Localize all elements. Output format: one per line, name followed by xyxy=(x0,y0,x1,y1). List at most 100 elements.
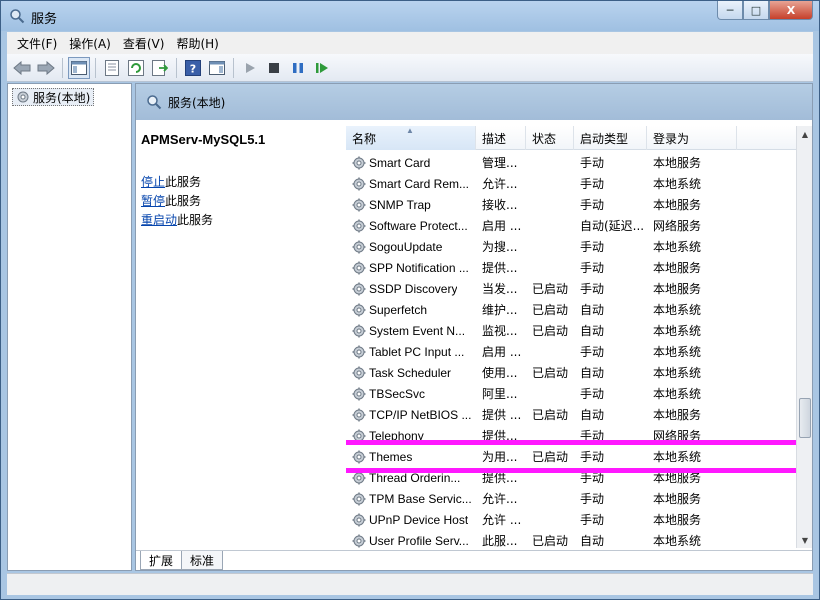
service-log-on-as: 本地系统 xyxy=(653,303,702,317)
service-gear-icon xyxy=(352,429,366,442)
refresh-icon[interactable] xyxy=(125,57,147,79)
service-startup-type: 自动 xyxy=(580,324,605,338)
table-row[interactable]: SPP Notification ... 提供... 手动 本地服务 xyxy=(346,257,796,278)
table-row[interactable]: SogouUpdate 为搜... 手动 本地系统 xyxy=(346,236,796,257)
scroll-up-arrow-icon[interactable]: ▲ xyxy=(797,126,813,142)
table-row[interactable]: Superfetch 维护... 已启动 自动 本地系统 xyxy=(346,299,796,320)
services-list: ▲ 名称 描述 状态 启动类型 登录为 Smart Card 管理... 手动 本地服… xyxy=(346,126,808,548)
column-header-log-on-as[interactable]: 登录为 xyxy=(647,126,737,150)
stop-service-link[interactable]: 停止 xyxy=(141,175,165,189)
tab-standard[interactable]: 标准 xyxy=(181,551,224,570)
status-bar xyxy=(7,573,813,595)
service-name-cell: Smart Card xyxy=(346,156,476,170)
service-log-on-as: 本地系统 xyxy=(653,240,702,254)
menu-file[interactable]: 文件(F) xyxy=(11,35,63,52)
table-row[interactable]: TCP/IP NetBIOS ... 提供 ... 已启动 自动 本地服务 xyxy=(346,404,796,425)
svg-text:?: ? xyxy=(190,62,196,75)
tab-extended[interactable]: 扩展 xyxy=(140,551,183,570)
service-description: 提供... xyxy=(482,471,518,485)
service-name: Superfetch xyxy=(369,302,428,317)
service-description: 允许 ... xyxy=(482,513,522,527)
table-row[interactable]: System Event N... 监视... 已启动 自动 本地系统 xyxy=(346,320,796,341)
show-hide-action-pane-icon[interactable] xyxy=(206,57,228,79)
service-startup-type: 自动 xyxy=(580,408,605,422)
title-bar[interactable]: 服务 ─ □ X xyxy=(1,1,819,31)
service-name-cell: SNMP Trap xyxy=(346,198,476,212)
table-row[interactable]: TPM Base Servic... 允许... 手动 本地服务 xyxy=(346,488,796,509)
service-startup-type: 手动 xyxy=(580,282,605,296)
service-name-cell: User Profile Serv... xyxy=(346,534,476,548)
column-header-status[interactable]: 状态 xyxy=(526,126,574,150)
service-description: 提供... xyxy=(482,429,518,443)
close-button[interactable]: X xyxy=(769,1,813,20)
export-list-icon[interactable] xyxy=(149,57,171,79)
service-gear-icon xyxy=(352,387,366,400)
menu-action[interactable]: 操作(A) xyxy=(63,35,117,52)
table-row[interactable]: TBSecSvc 阿里... 手动 本地系统 xyxy=(346,383,796,404)
service-name-cell: Tablet PC Input ... xyxy=(346,345,476,359)
column-header-name[interactable]: ▲ 名称 xyxy=(346,126,476,150)
column-header-startup-type[interactable]: 启动类型 xyxy=(574,126,647,150)
table-row[interactable]: Themes 为用... 已启动 手动 本地系统 xyxy=(346,440,802,473)
console-tree-icon[interactable] xyxy=(68,56,90,79)
service-log-on-as: 本地系统 xyxy=(653,534,702,548)
pause-service-icon[interactable] xyxy=(287,57,309,79)
service-gear-icon xyxy=(352,366,366,379)
vertical-scrollbar[interactable]: ▲ ▼ xyxy=(796,126,812,548)
forward-icon[interactable] xyxy=(35,57,57,79)
column-header-description[interactable]: 描述 xyxy=(476,126,526,150)
service-gear-icon xyxy=(352,513,366,526)
table-row[interactable]: Telephony 提供... 手动 网络服务 xyxy=(346,425,796,446)
start-service-icon[interactable] xyxy=(239,57,261,79)
service-name: Thread Orderin... xyxy=(369,470,461,485)
services-window: 服务 ─ □ X 文件(F) 操作(A) 查看(V) 帮助(H) ? 服务(本地… xyxy=(0,0,820,600)
table-row[interactable]: Software Protect... 启用 ... 自动(延迟... 网络服务 xyxy=(346,215,796,236)
table-row[interactable]: User Profile Serv... 此服... 已启动 自动 本地系统 xyxy=(346,530,796,548)
service-name: Task Scheduler xyxy=(369,365,452,380)
scroll-thumb[interactable] xyxy=(799,398,811,438)
service-status: 已启动 xyxy=(532,534,569,548)
service-log-on-as: 本地系统 xyxy=(653,324,702,338)
service-startup-type: 手动 xyxy=(580,429,605,443)
menu-view[interactable]: 查看(V) xyxy=(117,35,171,52)
service-log-on-as: 本地系统 xyxy=(653,450,702,464)
maximize-button[interactable]: □ xyxy=(743,1,769,20)
table-row[interactable]: Tablet PC Input ... 启用 ... 手动 本地系统 xyxy=(346,341,796,362)
restart-service-icon[interactable] xyxy=(311,57,333,79)
service-name-cell: Superfetch xyxy=(346,303,476,317)
properties-icon[interactable] xyxy=(101,57,123,79)
service-gear-icon xyxy=(352,198,366,211)
table-row[interactable]: Smart Card 管理... 手动 本地服务 xyxy=(346,152,796,173)
menu-help[interactable]: 帮助(H) xyxy=(170,35,224,52)
service-description: 维护... xyxy=(482,303,518,317)
table-row[interactable]: Smart Card Rem... 允许... 手动 本地系统 xyxy=(346,173,796,194)
help-icon[interactable]: ? xyxy=(182,57,204,79)
pause-service-link[interactable]: 暂停 xyxy=(141,194,165,208)
service-description-panel: APMServ-MySQL5.1 停止此服务 暂停此服务 重启动此服务 xyxy=(141,132,341,230)
tree-item-services-local[interactable]: 服务(本地) xyxy=(12,88,95,106)
service-name-cell: SogouUpdate xyxy=(346,240,476,254)
tree-item-label: 服务(本地) xyxy=(33,90,91,105)
pause-service-action: 暂停此服务 xyxy=(141,192,341,211)
table-row[interactable]: SNMP Trap 接收... 手动 本地服务 xyxy=(346,194,796,215)
table-row[interactable]: Task Scheduler 使用... 已启动 自动 本地系统 xyxy=(346,362,796,383)
service-gear-icon xyxy=(352,534,366,547)
service-description: 使用... xyxy=(482,366,518,380)
restart-service-link[interactable]: 重启动 xyxy=(141,213,177,227)
stop-service-icon[interactable] xyxy=(263,57,285,79)
minimize-button[interactable]: ─ xyxy=(717,1,743,20)
service-name-cell: Themes xyxy=(346,450,476,464)
table-row[interactable]: UPnP Device Host 允许 ... 手动 本地服务 xyxy=(346,509,796,530)
table-row[interactable]: Thread Orderin... 提供... 手动 本地服务 xyxy=(346,467,796,488)
service-name-cell: SSDP Discovery xyxy=(346,282,476,296)
service-startup-type: 手动 xyxy=(580,345,605,359)
column-header-label: 名称 xyxy=(352,131,377,146)
back-icon[interactable] xyxy=(11,57,33,79)
service-description: 监视... xyxy=(482,324,518,338)
service-name-cell: TBSecSvc xyxy=(346,387,476,401)
scroll-down-arrow-icon[interactable]: ▼ xyxy=(797,532,813,548)
service-name: UPnP Device Host xyxy=(369,512,469,527)
service-gear-icon xyxy=(352,303,366,316)
table-row[interactable]: SSDP Discovery 当发... 已启动 手动 本地服务 xyxy=(346,278,796,299)
services-rows: Smart Card 管理... 手动 本地服务 Smart Card Rem... 允许… xyxy=(346,152,802,548)
